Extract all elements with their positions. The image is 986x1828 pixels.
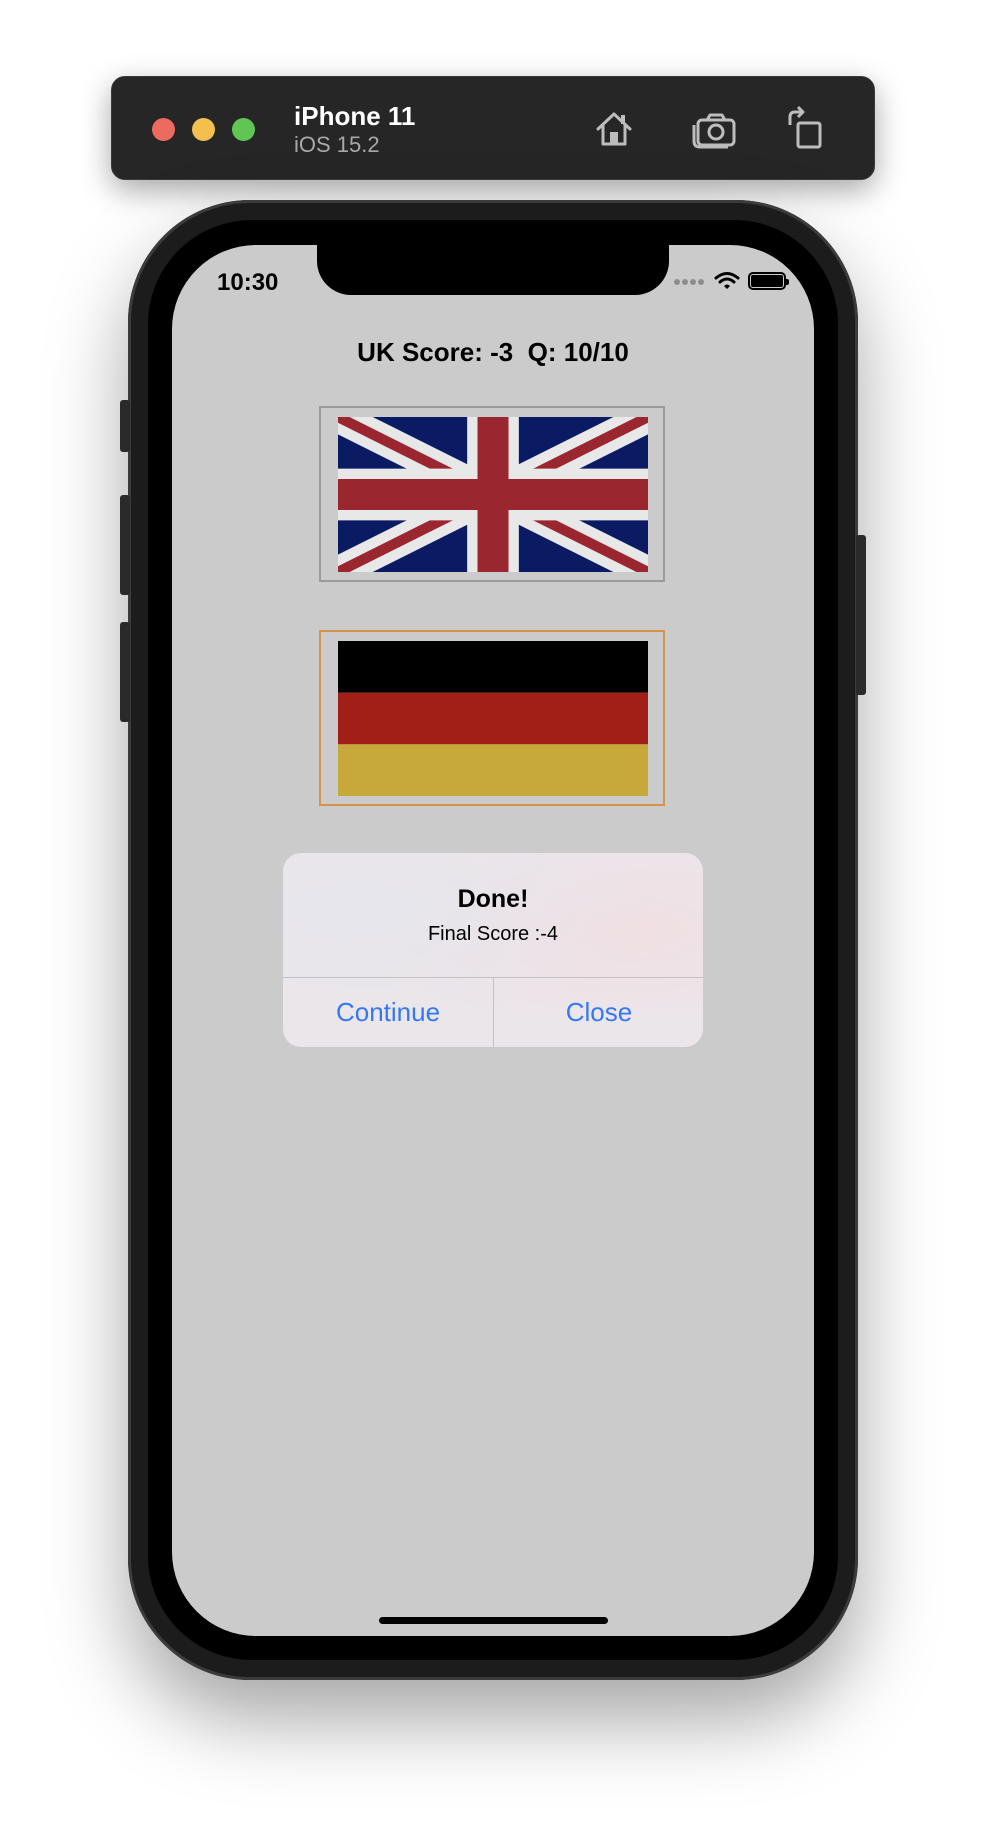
alert-title: Done! (457, 885, 529, 913)
continue-button[interactable]: Continue (283, 978, 493, 1047)
device-name: iPhone 11 (294, 101, 416, 131)
close-window-button[interactable] (152, 118, 175, 141)
zoom-window-button[interactable] (232, 118, 255, 141)
screenshot-button[interactable] (688, 103, 740, 155)
result-alert: Done! Final Score :-4 Continue Close (283, 853, 703, 1047)
rotate-button[interactable] (780, 103, 832, 155)
volume-up-button (120, 495, 130, 595)
home-button[interactable] (588, 103, 640, 155)
close-button[interactable]: Close (494, 978, 703, 1047)
side-power-button (856, 535, 866, 695)
silent-switch (120, 400, 130, 452)
simulator-title-bar: iPhone 11 iOS 15.2 (111, 76, 875, 180)
home-indicator[interactable] (379, 1617, 608, 1624)
rotate-icon (788, 105, 822, 149)
screenshot-icon (692, 113, 736, 149)
home-icon (596, 112, 632, 146)
volume-down-button (120, 622, 130, 722)
alert-message: Final Score :-4 (427, 923, 559, 945)
app-screen: 10:30 UK Score: -3 Q: 10/10 Done! Final … (172, 245, 814, 1636)
minimize-window-button[interactable] (192, 118, 215, 141)
os-version: iOS 15.2 (294, 132, 380, 157)
